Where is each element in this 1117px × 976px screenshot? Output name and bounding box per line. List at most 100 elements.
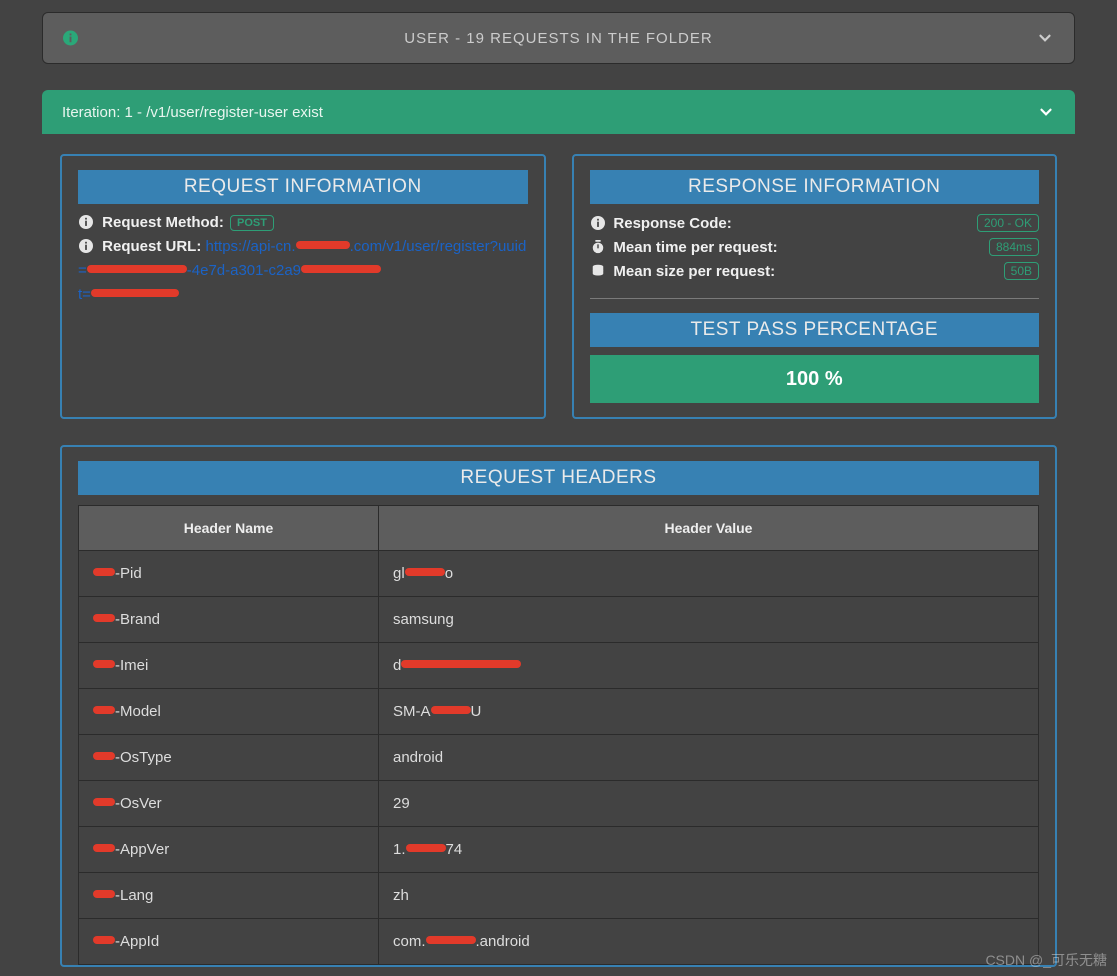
chevron-down-icon[interactable]	[1036, 29, 1054, 47]
header-value-pre: android	[393, 749, 443, 766]
request-info-title: REQUEST INFORMATION	[78, 170, 528, 204]
response-code-row: Response Code: 200 - OK	[590, 214, 1040, 232]
header-value-pre: samsung	[393, 611, 454, 628]
redacted-text	[87, 265, 187, 273]
header-value-pre: com.	[393, 933, 426, 950]
header-value-pre: zh	[393, 887, 409, 904]
request-info-panel: REQUEST INFORMATION Request Method: POST…	[60, 154, 546, 419]
redacted-text	[93, 798, 115, 806]
info-icon	[78, 238, 94, 254]
table-row: -Brand samsung	[79, 597, 1039, 643]
response-info-panel: RESPONSE INFORMATION Response Code: 200 …	[572, 154, 1058, 419]
response-info-title: RESPONSE INFORMATION	[590, 170, 1040, 204]
header-value-pre: d	[393, 657, 401, 674]
header-name-col: Header Name	[79, 506, 379, 551]
header-value-post: .android	[476, 933, 530, 950]
header-value-cell: samsung	[379, 597, 1039, 643]
redacted-text	[93, 752, 115, 760]
info-icon	[63, 31, 78, 46]
redacted-text	[93, 660, 115, 668]
url-part: -4e7d-a301-c2a9	[187, 262, 301, 279]
redacted-text	[93, 568, 115, 576]
header-value-post: o	[445, 565, 453, 582]
header-name-cell: -AppVer	[79, 827, 379, 873]
mean-time-row: Mean time per request: 884ms	[590, 238, 1040, 256]
redacted-text	[91, 289, 179, 297]
header-value-post: 74	[446, 841, 463, 858]
redacted-text	[401, 660, 521, 668]
redacted-text	[405, 568, 445, 576]
table-row: -Imei d	[79, 643, 1039, 689]
header-value-cell: 29	[379, 781, 1039, 827]
redacted-text	[93, 936, 115, 944]
test-pass-title: TEST PASS PERCENTAGE	[590, 313, 1040, 347]
redacted-text	[93, 706, 115, 714]
header-name-cell: -Pid	[79, 551, 379, 597]
header-name-cell: -OsType	[79, 735, 379, 781]
folder-header[interactable]: USER - 19 REQUESTS IN THE FOLDER	[42, 12, 1075, 64]
redacted-text	[93, 890, 115, 898]
redacted-text	[93, 614, 115, 622]
folder-title: USER - 19 REQUESTS IN THE FOLDER	[404, 30, 712, 47]
redacted-text	[426, 936, 476, 944]
table-row: -Pid gl o	[79, 551, 1039, 597]
database-icon	[590, 263, 606, 279]
header-name-suffix: -Imei	[115, 657, 148, 674]
header-name-suffix: -AppId	[115, 933, 159, 950]
request-url-row: Request URL: https://api-cn..com/v1/user…	[78, 235, 528, 307]
mean-size-row: Mean size per request: 50B	[590, 262, 1040, 280]
header-value-cell: com. .android	[379, 919, 1039, 965]
request-url-label: Request URL:	[102, 238, 201, 255]
table-row: -OsVer 29	[79, 781, 1039, 827]
header-value-pre: 1.	[393, 841, 406, 858]
request-method-row: Request Method: POST	[78, 214, 528, 231]
header-value-col: Header Value	[379, 506, 1039, 551]
header-value-post: U	[471, 703, 482, 720]
header-name-cell: -OsVer	[79, 781, 379, 827]
mean-size-value: 50B	[1004, 262, 1039, 280]
mean-time-value: 884ms	[989, 238, 1039, 256]
iteration-label: Iteration: 1 - /v1/user/register-user ex…	[62, 104, 323, 121]
redacted-text	[93, 844, 115, 852]
response-code-label: Response Code:	[613, 215, 731, 232]
header-name-suffix: -Lang	[115, 887, 153, 904]
response-code-value: 200 - OK	[977, 214, 1039, 232]
headers-table: Header Name Header Value -Pid gl o -Brand sa…	[78, 505, 1039, 965]
table-row: -AppVer1.74	[79, 827, 1039, 873]
header-name-cell: -Lang	[79, 873, 379, 919]
header-name-suffix: -OsType	[115, 749, 172, 766]
header-value-pre: gl	[393, 565, 405, 582]
header-value-cell: zh	[379, 873, 1039, 919]
header-value-cell: android	[379, 735, 1039, 781]
header-value-cell: SM-A U	[379, 689, 1039, 735]
header-value-pre: 29	[393, 795, 410, 812]
header-name-suffix: -OsVer	[115, 795, 162, 812]
request-headers-title: REQUEST HEADERS	[78, 461, 1039, 495]
header-name-suffix: -Pid	[115, 565, 142, 582]
stopwatch-icon	[590, 239, 606, 255]
iteration-bar[interactable]: Iteration: 1 - /v1/user/register-user ex…	[42, 90, 1075, 134]
request-method-label: Request Method:	[102, 214, 224, 231]
header-value-cell: 1.74	[379, 827, 1039, 873]
header-name-cell: -Brand	[79, 597, 379, 643]
redacted-text	[431, 706, 471, 714]
url-part: https://api-cn.	[206, 238, 296, 255]
mean-size-label: Mean size per request:	[613, 263, 775, 280]
info-icon	[590, 215, 606, 231]
table-row: -OsType android	[79, 735, 1039, 781]
header-name-cell: -Imei	[79, 643, 379, 689]
table-row: -AppId com. .android	[79, 919, 1039, 965]
redacted-text	[406, 844, 446, 852]
header-value-cell: d	[379, 643, 1039, 689]
url-part: t=	[78, 286, 91, 303]
mean-time-label: Mean time per request:	[613, 239, 777, 256]
header-name-suffix: -AppVer	[115, 841, 169, 858]
header-name-suffix: -Brand	[115, 611, 160, 628]
method-badge: POST	[230, 215, 274, 231]
header-name-cell: -Model	[79, 689, 379, 735]
request-headers-panel: REQUEST HEADERS Header Name Header Value…	[60, 445, 1057, 967]
header-value-pre: SM-A	[393, 703, 431, 720]
divider	[590, 298, 1040, 299]
header-value-cell: gl o	[379, 551, 1039, 597]
chevron-down-icon[interactable]	[1037, 103, 1055, 121]
